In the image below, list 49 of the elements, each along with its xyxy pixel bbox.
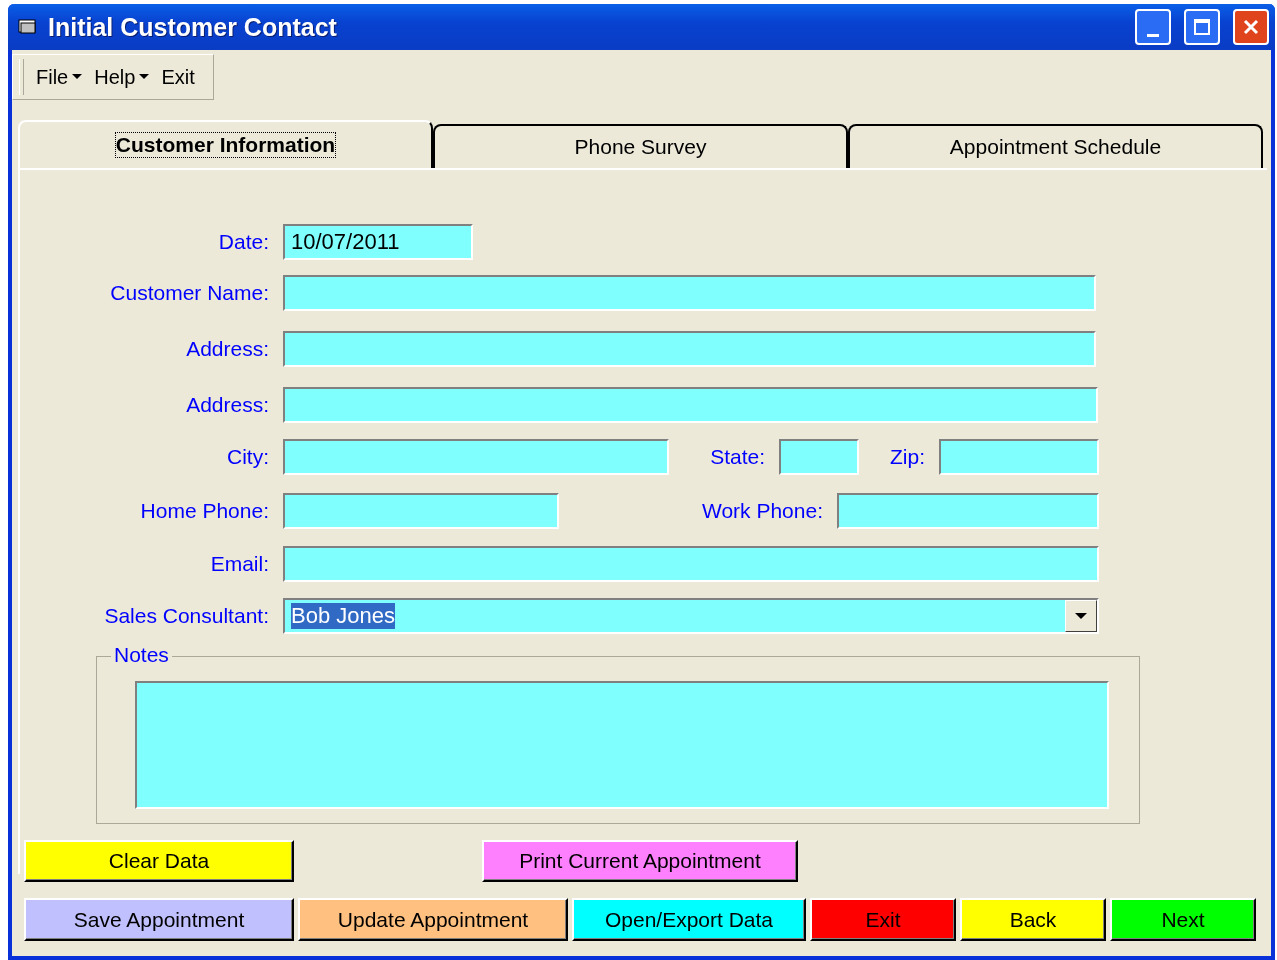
window-title: Initial Customer Contact — [48, 12, 338, 42]
tab[interactable]: Customer Information — [18, 120, 433, 168]
input-field[interactable] — [283, 546, 1099, 582]
action-button[interactable]: Open/Export Data — [572, 898, 806, 941]
close-button[interactable] — [1233, 9, 1269, 45]
window-app-icon — [18, 18, 38, 36]
field-label: Email: — [209, 552, 270, 576]
field-label: Work Phone: — [701, 499, 824, 523]
field-label: Date: — [217, 230, 270, 254]
maximize-button[interactable] — [1184, 9, 1220, 45]
menu-item[interactable]: Exit — [161, 65, 195, 89]
input-field[interactable] — [939, 439, 1099, 475]
action-button[interactable]: Update Appointment — [298, 898, 568, 941]
field-label: Zip: — [889, 445, 926, 469]
field-label: City: — [226, 445, 270, 469]
notes-field[interactable] — [135, 681, 1109, 809]
caret-icon — [139, 74, 150, 80]
input-field[interactable] — [779, 439, 859, 475]
field-label: Address: — [185, 337, 270, 361]
action-button[interactable]: Exit — [810, 898, 956, 941]
minimize-button[interactable] — [1135, 9, 1171, 45]
caret-icon — [1075, 612, 1087, 620]
close-icon — [1241, 17, 1261, 37]
action-button[interactable]: Next — [1110, 898, 1256, 941]
maximize-icon — [1192, 17, 1212, 37]
dropdown-field[interactable]: Bob Jones — [283, 598, 1099, 634]
action-button[interactable]: Print Current Appointment — [482, 840, 798, 882]
field-label: State: — [709, 445, 766, 469]
input-field[interactable] — [837, 493, 1099, 529]
dropdown-button[interactable] — [1065, 600, 1097, 632]
caret-icon — [72, 74, 83, 80]
field-label: Sales Consultant: — [103, 604, 270, 628]
action-button[interactable]: Clear Data — [24, 840, 294, 882]
input-field[interactable] — [283, 331, 1096, 367]
input-field[interactable] — [283, 493, 559, 529]
action-button[interactable]: Back — [960, 898, 1106, 941]
field-label: Home Phone: — [139, 499, 270, 523]
menu-item[interactable]: Help — [94, 65, 150, 89]
menu-item[interactable]: File — [36, 65, 83, 89]
input-field[interactable]: 10/07/2011 — [283, 224, 473, 260]
tab[interactable]: Appointment Schedule — [848, 124, 1263, 168]
action-button[interactable]: Save Appointment — [24, 898, 294, 941]
input-field[interactable] — [283, 387, 1098, 423]
tab[interactable]: Phone Survey — [433, 124, 848, 168]
minimize-icon — [1147, 33, 1159, 37]
field-label: Customer Name: — [109, 281, 270, 305]
input-field[interactable] — [283, 439, 669, 475]
field-label: Address: — [185, 393, 270, 417]
input-field[interactable] — [283, 275, 1096, 311]
